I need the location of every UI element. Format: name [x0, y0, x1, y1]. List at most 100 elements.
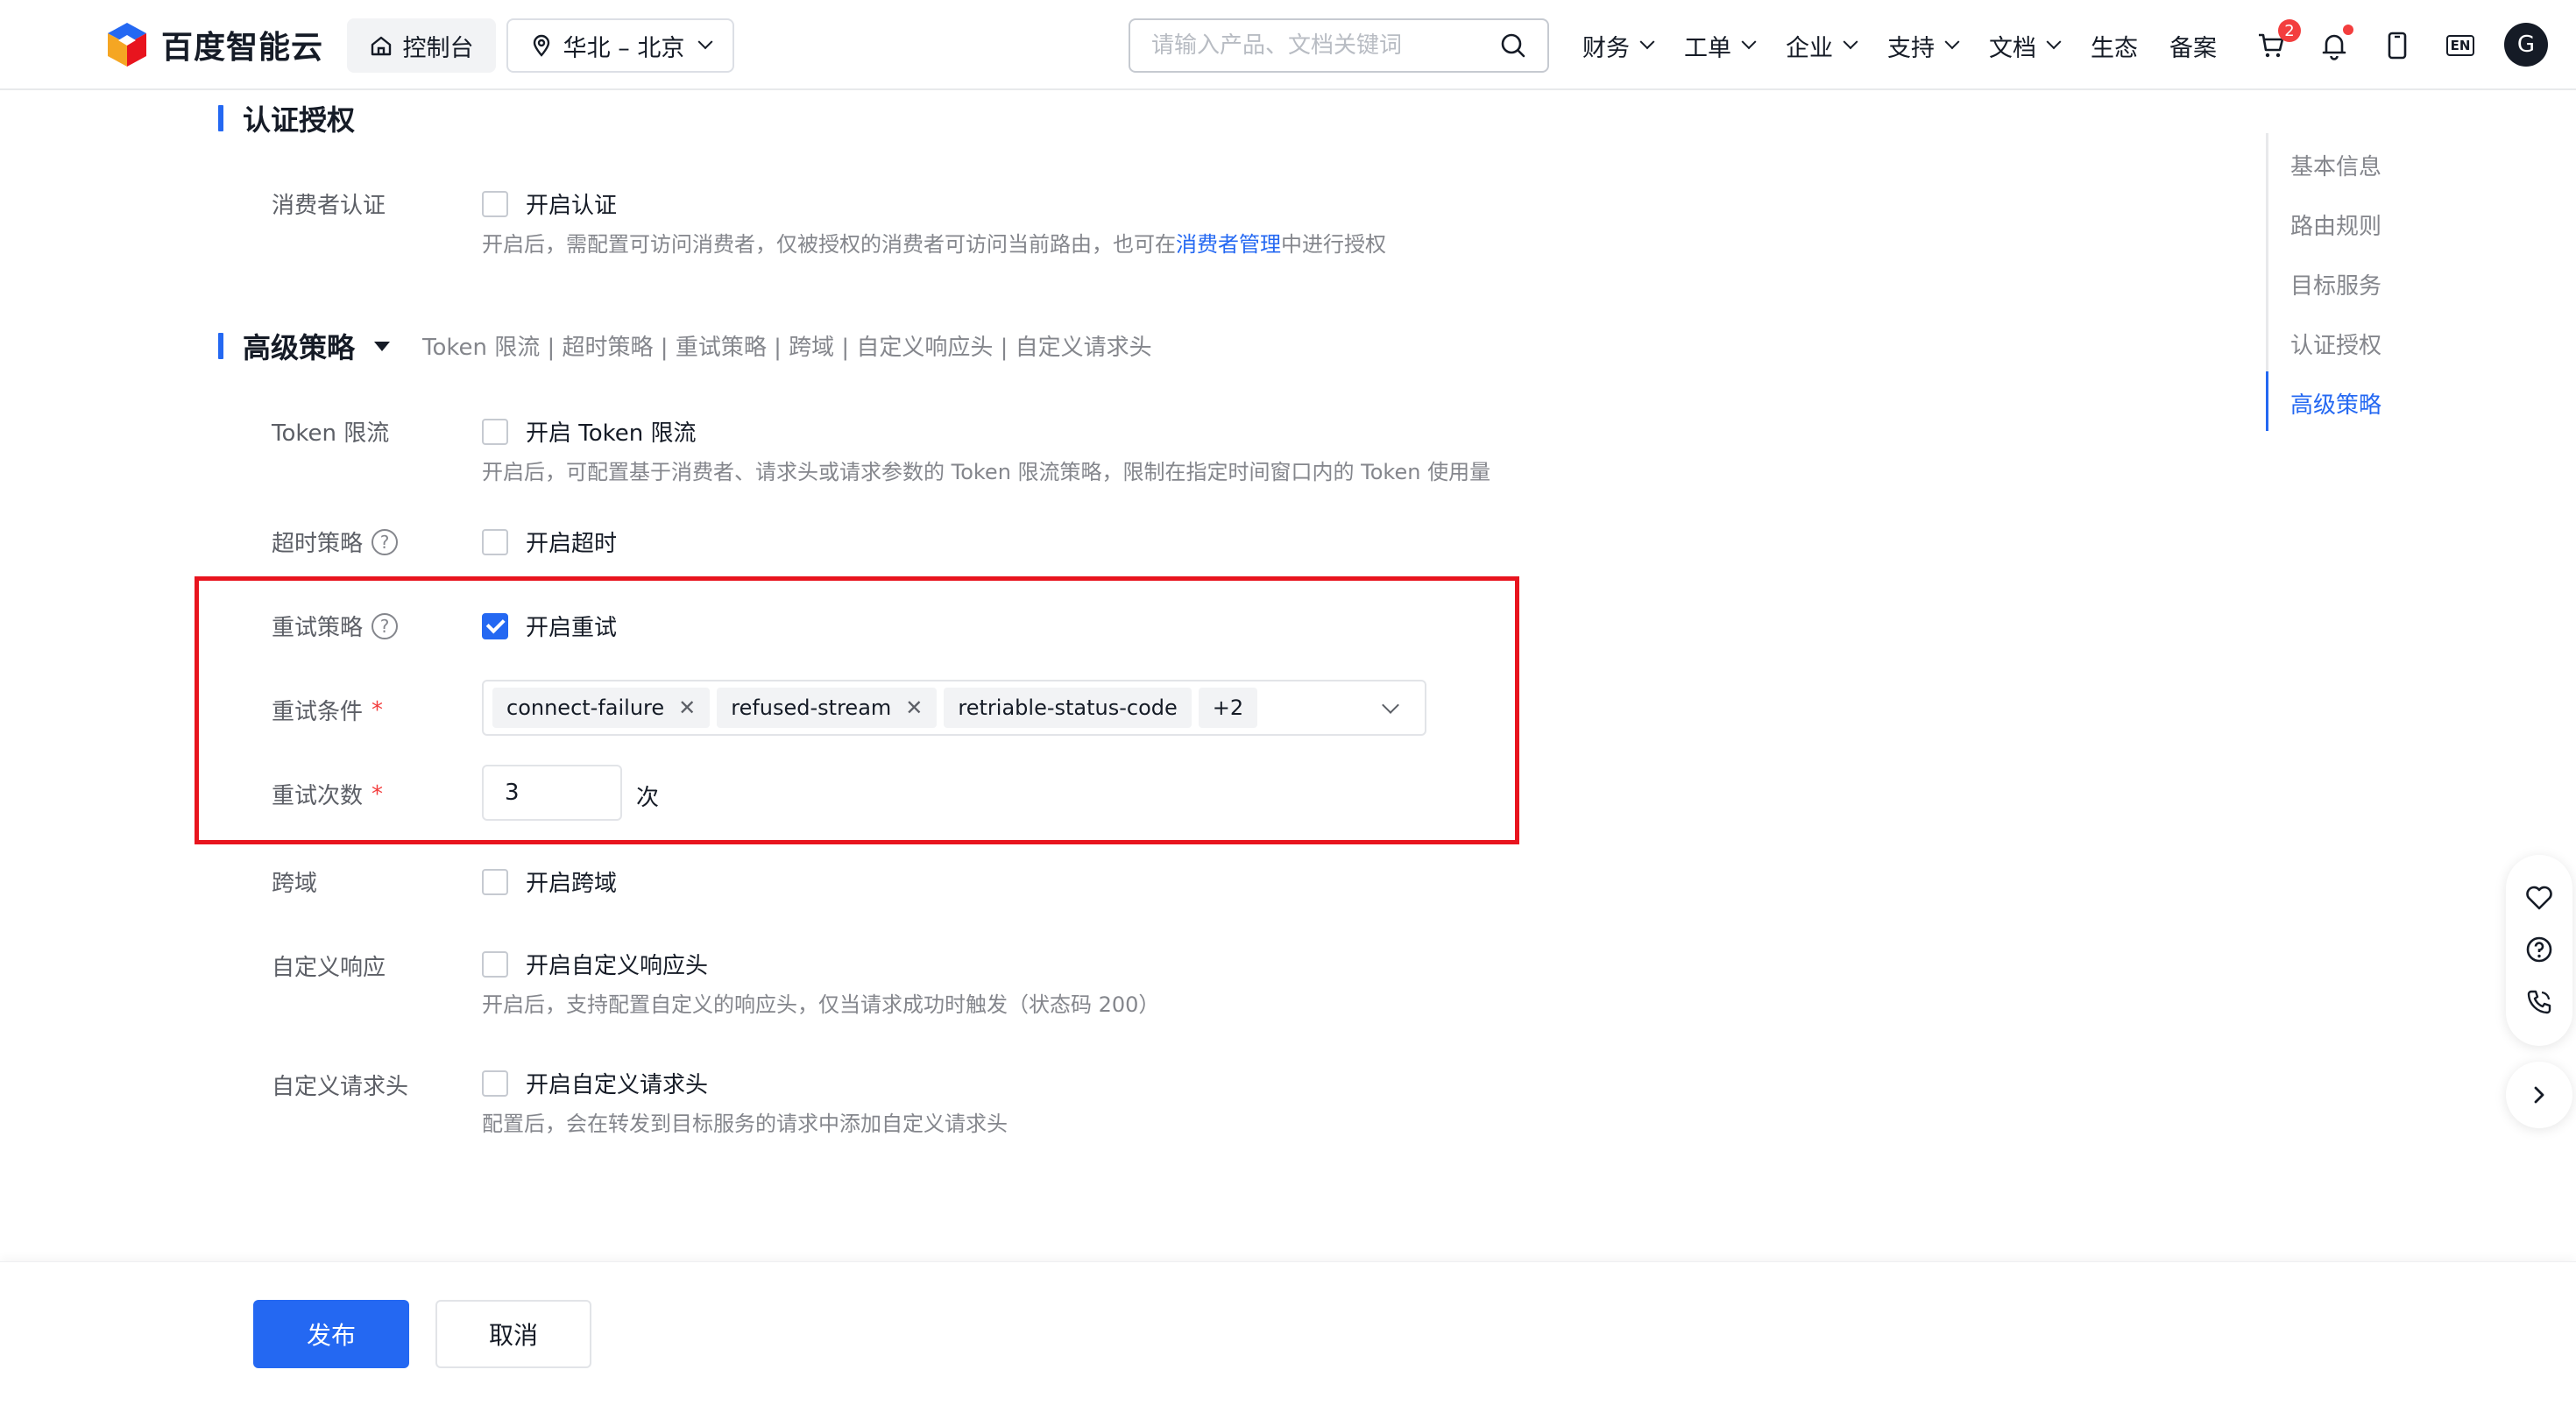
cancel-button[interactable]: 取消 [435, 1300, 591, 1368]
consumer-auth-checkbox[interactable] [482, 190, 508, 217]
chevron-right-icon [2534, 1086, 2544, 1104]
section-marker [218, 333, 223, 359]
chevron-down-icon [1843, 34, 1858, 50]
custom-response-checkbox-label[interactable]: 开启自定义响应头 [526, 948, 708, 980]
custom-request-checkbox-row[interactable]: 开启自定义请求头 [482, 1067, 708, 1099]
cors-label: 跨域 [272, 865, 317, 898]
top-menu-item-label: 备案 [2169, 34, 2217, 62]
custom-response-label: 自定义响应 [272, 950, 386, 982]
token-limit-checkbox-row[interactable]: 开启 Token 限流 [482, 415, 697, 448]
cube-logo-icon [108, 23, 146, 67]
section-auth-title: 认证授权 [218, 98, 355, 138]
brand-name: 百度智能云 [161, 30, 324, 66]
anchor-item-basic-info[interactable]: 基本信息 [2290, 149, 2381, 181]
help-circle-icon[interactable] [2525, 935, 2553, 964]
top-menu-item-label: 企业 [1786, 34, 1833, 62]
cors-checkbox-label[interactable]: 开启跨域 [526, 865, 617, 898]
chevron-down-icon [1639, 34, 1655, 50]
help-icon[interactable]: ? [372, 612, 399, 639]
top-menu-item[interactable]: 财务 [1582, 29, 1655, 63]
condition-more-tag[interactable]: +2 [1198, 688, 1258, 728]
help-icon[interactable]: ? [372, 528, 399, 555]
chevron-down-icon[interactable] [1382, 696, 1399, 714]
phone-call-icon[interactable] [2525, 988, 2553, 1016]
menu-icon[interactable] [28, 30, 58, 60]
custom-request-checkbox-label[interactable]: 开启自定义请求头 [526, 1067, 708, 1099]
custom-response-label-text: 自定义响应 [272, 955, 386, 981]
timeout-label: 超时策略 ? [272, 526, 399, 558]
anchor-item-advanced[interactable]: 高级策略 [2290, 387, 2381, 420]
floating-toolbar [2506, 855, 2572, 1046]
top-menu-item-label: 财务 [1582, 34, 1630, 62]
top-menu-item[interactable]: 支持 [1887, 29, 1960, 63]
timeout-checkbox-label[interactable]: 开启超时 [526, 526, 617, 558]
language-label: EN [2445, 35, 2475, 56]
mobile-button[interactable] [2378, 26, 2417, 65]
region-selector[interactable]: 华北 – 北京 [506, 18, 734, 73]
retry-count-unit: 次 [636, 785, 660, 811]
retry-checkbox[interactable] [482, 612, 508, 639]
retry-label-text: 重试策略 [272, 615, 364, 641]
retry-count-label-text: 重试次数 [272, 783, 364, 809]
retry-conditions-label: 重试条件 * [272, 694, 383, 726]
timeout-checkbox[interactable] [482, 528, 508, 555]
top-menu-item[interactable]: 文档 [1989, 29, 2062, 63]
home-icon [371, 36, 391, 56]
global-search[interactable] [1129, 18, 1549, 73]
cors-checkbox-row[interactable]: 开启跨域 [482, 865, 617, 898]
language-button[interactable]: EN [2441, 26, 2480, 65]
top-menu-item[interactable]: 企业 [1786, 29, 1858, 63]
cart-button[interactable]: 2 [2252, 19, 2301, 65]
section-advanced-title[interactable]: 高级策略 [218, 326, 391, 366]
retry-conditions-label-text: 重试条件 [272, 699, 364, 725]
token-limit-checkbox-label[interactable]: 开启 Token 限流 [526, 415, 697, 448]
retry-conditions-select[interactable]: connect-failure ✕ refused-stream ✕ retri… [482, 680, 1426, 736]
bell-icon [2322, 34, 2346, 60]
console-button[interactable]: 控制台 [347, 18, 496, 73]
consumer-auth-checkbox-label[interactable]: 开启认证 [526, 187, 617, 220]
brand-logo[interactable]: 百度智能云 [105, 21, 323, 68]
region-label: 华北 – 北京 [563, 34, 685, 62]
chevron-down-icon [2046, 34, 2062, 50]
retry-label: 重试策略 ? [272, 610, 399, 642]
retry-checkbox-label[interactable]: 开启重试 [526, 610, 617, 642]
retry-count-input[interactable] [482, 765, 622, 821]
floating-expand-button[interactable] [2506, 1062, 2572, 1128]
custom-response-checkbox-row[interactable]: 开启自定义响应头 [482, 948, 708, 980]
retry-checkbox-row[interactable]: 开启重试 [482, 610, 617, 642]
timeout-checkbox-row[interactable]: 开启超时 [482, 526, 617, 558]
search-input[interactable] [1151, 32, 1484, 59]
notification-button[interactable] [2315, 25, 2353, 65]
cors-checkbox[interactable] [482, 868, 508, 895]
advanced-tags-summary: Token 限流 | 超时策略 | 重试策略 | 跨域 | 自定义响应头 | 自… [422, 335, 1152, 361]
custom-response-checkbox[interactable] [482, 950, 508, 978]
top-menu-item[interactable]: 备案 [2169, 29, 2217, 63]
close-icon[interactable]: ✕ [905, 695, 923, 720]
section-marker [218, 105, 223, 131]
token-limit-checkbox[interactable] [482, 418, 508, 445]
search-icon[interactable] [1500, 32, 1526, 59]
consumer-auth-label: 消费者认证 [272, 187, 386, 220]
chevron-down-icon [1741, 34, 1757, 50]
anchor-item-auth[interactable]: 认证授权 [2290, 328, 2381, 360]
heart-icon[interactable] [2525, 885, 2553, 911]
consumer-management-link[interactable]: 消费者管理 [1176, 232, 1281, 257]
consumer-auth-desc-suffix: 中进行授权 [1281, 232, 1386, 257]
anchor-item-target-service[interactable]: 目标服务 [2290, 268, 2381, 300]
consumer-auth-desc-prefix: 开启后，需配置可访问消费者，仅被授权的消费者可访问当前路由，也可在 [482, 232, 1176, 257]
close-icon[interactable]: ✕ [678, 695, 696, 720]
publish-button[interactable]: 发布 [253, 1300, 409, 1368]
collapse-caret-icon[interactable] [374, 341, 391, 351]
timeout-label-text: 超时策略 [272, 531, 364, 557]
anchor-nav-active-bar [2266, 371, 2268, 431]
chevron-down-icon [697, 34, 713, 50]
consumer-auth-checkbox-row[interactable]: 开启认证 [482, 187, 617, 220]
condition-more-label: +2 [1212, 695, 1244, 720]
top-menu-item[interactable]: 工单 [1684, 29, 1757, 63]
anchor-item-route-rules[interactable]: 路由规则 [2290, 208, 2381, 241]
custom-request-description: 配置后，会在转发到目标服务的请求中添加自定义请求头 [482, 1112, 1008, 1136]
consumer-auth-description: 开启后，需配置可访问消费者，仅被授权的消费者可访问当前路由，也可在消费者管理中进… [482, 227, 1386, 258]
user-avatar[interactable]: G [2504, 23, 2548, 67]
top-menu-item[interactable]: 生态 [2091, 29, 2138, 63]
custom-request-checkbox[interactable] [482, 1070, 508, 1097]
